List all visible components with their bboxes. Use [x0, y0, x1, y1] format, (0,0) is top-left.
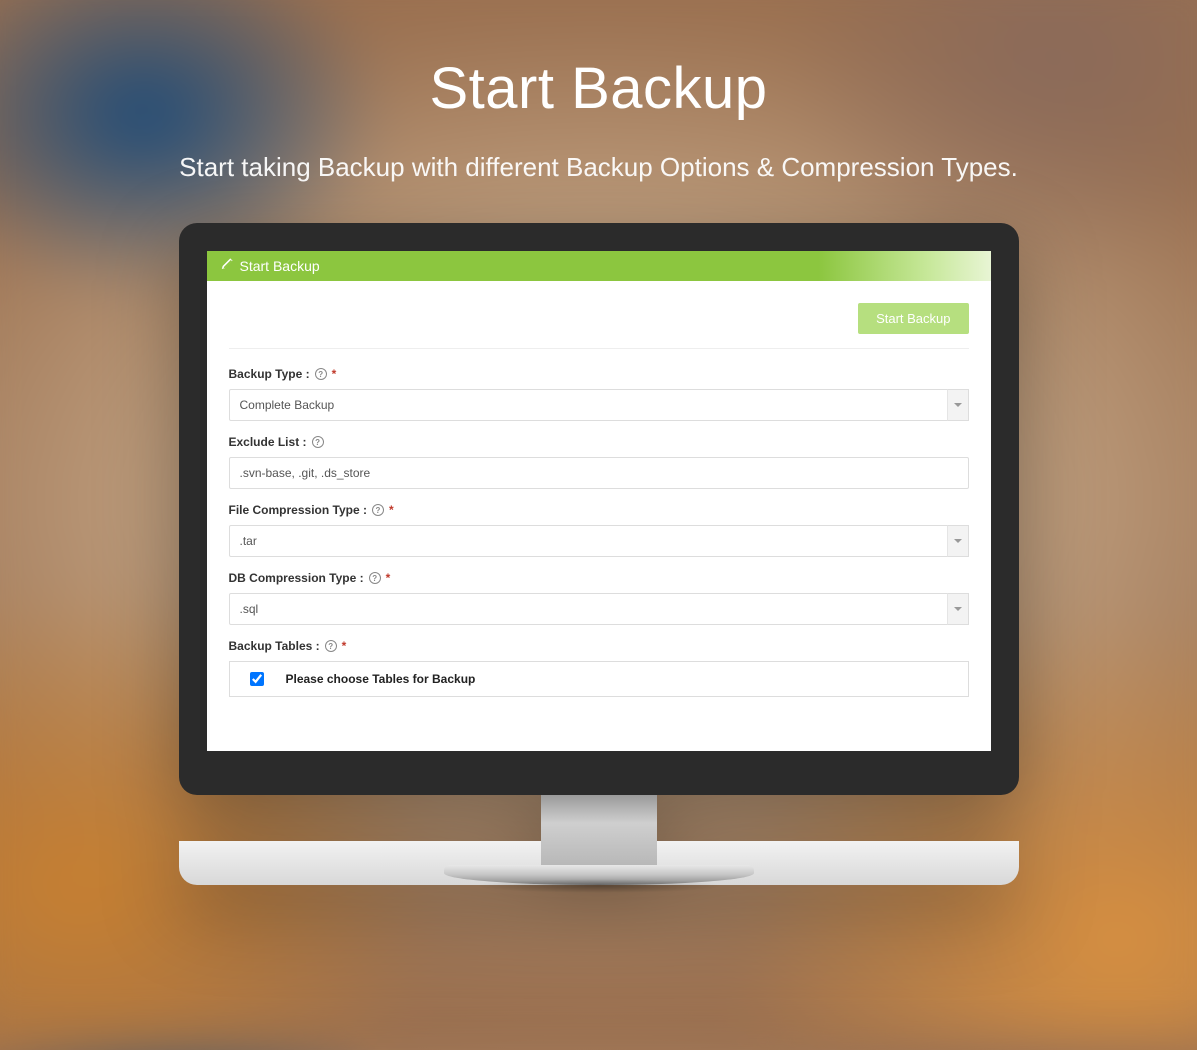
required-marker: *: [332, 367, 337, 381]
screen: Start Backup Start Backup Backup Type : …: [207, 251, 991, 751]
required-marker: *: [386, 571, 391, 585]
db-compression-label: DB Compression Type :: [229, 571, 364, 585]
panel-header: Start Backup: [207, 251, 991, 281]
file-compression-select[interactable]: [229, 525, 969, 557]
tables-header-text: Please choose Tables for Backup: [286, 672, 476, 686]
help-icon[interactable]: ?: [369, 572, 381, 584]
exclude-list-input[interactable]: [229, 457, 969, 489]
tables-box: Please choose Tables for Backup: [229, 661, 969, 697]
start-backup-button[interactable]: Start Backup: [858, 303, 968, 334]
panel-title: Start Backup: [240, 258, 320, 274]
required-marker: *: [389, 503, 394, 517]
db-compression-select[interactable]: [229, 593, 969, 625]
monitor-frame: Start Backup Start Backup Backup Type : …: [179, 223, 1019, 885]
file-compression-label: File Compression Type :: [229, 503, 367, 517]
page-subtitle: Start taking Backup with different Backu…: [0, 152, 1197, 183]
backup-tables-label: Backup Tables :: [229, 639, 320, 653]
help-icon[interactable]: ?: [312, 436, 324, 448]
edit-icon: [221, 258, 234, 274]
page-title: Start Backup: [0, 55, 1197, 122]
help-icon[interactable]: ?: [325, 640, 337, 652]
select-all-tables-checkbox[interactable]: [250, 672, 264, 686]
help-icon[interactable]: ?: [315, 368, 327, 380]
backup-type-label: Backup Type :: [229, 367, 310, 381]
help-icon[interactable]: ?: [372, 504, 384, 516]
backup-type-select[interactable]: [229, 389, 969, 421]
required-marker: *: [342, 639, 347, 653]
exclude-list-label: Exclude List :: [229, 435, 307, 449]
